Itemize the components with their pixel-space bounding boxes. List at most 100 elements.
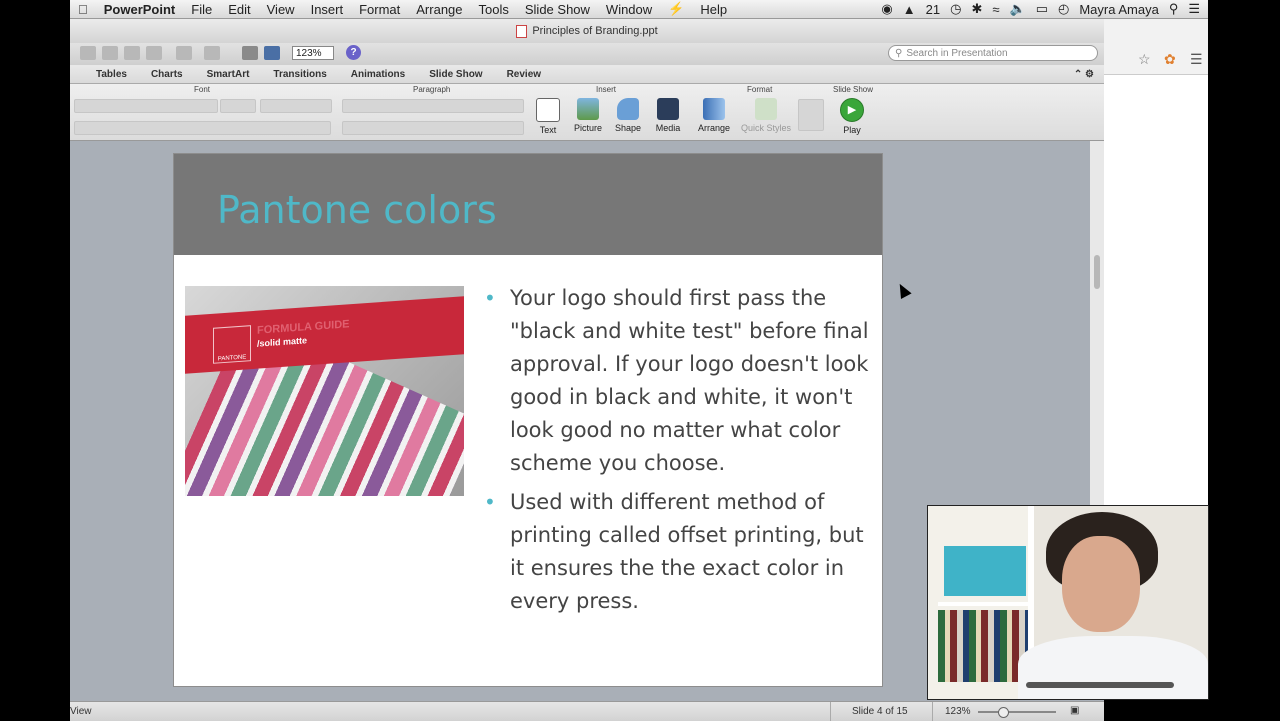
menu-app-name[interactable]: PowerPoint — [96, 2, 184, 17]
group-label-insert: Insert — [596, 85, 617, 94]
battery-icon[interactable]: ▭ — [1036, 1, 1048, 17]
clock-icon[interactable]: ◴ — [1058, 1, 1069, 17]
record-icon[interactable]: ◉ — [881, 1, 892, 17]
apple-icon[interactable]:  — [70, 2, 96, 17]
bullet-list[interactable]: • Your logo should first pass the "black… — [484, 282, 874, 624]
wifi-icon[interactable]: ≈ — [992, 2, 999, 17]
tab-tables[interactable]: Tables — [84, 69, 139, 80]
zoom-slider-thumb[interactable] — [998, 707, 1009, 718]
quick-styles-button[interactable]: Quick Styles — [738, 98, 794, 133]
ribbon-tabs: Tables Charts SmartArt Transitions Anima… — [70, 65, 1104, 84]
insert-text-label: Text — [539, 125, 557, 135]
extension-icon[interactable]: ✿ — [1164, 51, 1176, 68]
notification-list-icon[interactable]: ☰ — [1188, 1, 1200, 17]
bluetooth-icon[interactable]: ✱ — [971, 1, 982, 17]
group-label-font: Font — [194, 85, 211, 94]
tab-slide-show[interactable]: Slide Show — [417, 69, 494, 80]
tab-animations[interactable]: Animations — [339, 69, 417, 80]
menu-file[interactable]: File — [183, 2, 220, 17]
play-button[interactable]: ▶ Play — [832, 98, 872, 135]
menu-tools[interactable]: Tools — [471, 2, 517, 17]
insert-media-label: Media — [655, 123, 681, 133]
play-label: Play — [843, 125, 861, 135]
search-box[interactable]: ⚲ Search in Presentation — [888, 45, 1098, 61]
menu-view[interactable]: View — [259, 2, 303, 17]
insert-text-button[interactable]: Text — [528, 98, 568, 135]
insert-picture-button[interactable]: Picture — [568, 98, 608, 133]
menu-window[interactable]: Window — [598, 2, 660, 17]
shape-icon — [617, 98, 639, 120]
search-input[interactable]: Search in Presentation — [906, 48, 1007, 59]
slide-counter: Slide 4 of 15 — [852, 706, 908, 717]
menu-slide-show[interactable]: Slide Show — [517, 2, 598, 17]
font-style-buttons[interactable] — [74, 121, 331, 135]
arrange-button[interactable]: Arrange — [694, 98, 734, 133]
font-size-select[interactable] — [220, 99, 256, 113]
status-bar: View Slide 4 of 15 123% ▣ — [70, 701, 1104, 721]
bookmark-star-icon[interactable]: ☆ — [1138, 51, 1151, 68]
quick-styles-icon — [755, 98, 777, 120]
arrange-label: Arrange — [697, 123, 731, 133]
background-browser-window: ☆ ✿ ☰ — [1104, 19, 1208, 509]
bullet-item: • Used with different method of printing… — [484, 486, 874, 618]
presenter-shirt — [1018, 636, 1208, 699]
redo-icon[interactable] — [204, 46, 220, 60]
print-icon[interactable] — [264, 46, 280, 60]
insert-picture-label: Picture — [573, 123, 602, 133]
play-icon: ▶ — [840, 98, 864, 122]
cut-icon[interactable] — [80, 46, 96, 60]
insert-shape-button[interactable]: Shape — [608, 98, 648, 133]
slide-canvas[interactable]: Pantone colors PANTONE FORMULA GUIDE /so… — [173, 153, 883, 687]
view-label[interactable]: View — [70, 706, 92, 717]
insert-media-button[interactable]: Media — [648, 98, 688, 133]
window-title: Principles of Branding.ppt — [532, 25, 658, 37]
adobe-icon[interactable]: ▲ — [903, 2, 916, 17]
fit-window-icon[interactable]: ▣ — [1070, 705, 1079, 716]
zoom-level: 123% — [945, 706, 971, 717]
menu-insert[interactable]: Insert — [303, 2, 352, 17]
zoom-select[interactable]: 123% — [292, 46, 334, 60]
fill-line-buttons[interactable] — [798, 99, 824, 131]
scrollbar-thumb[interactable] — [1094, 255, 1100, 289]
copy-icon[interactable] — [102, 46, 118, 60]
shelf-basket — [944, 546, 1026, 596]
volume-icon[interactable]: 🔈 — [1010, 1, 1026, 17]
guide-title: FORMULA GUIDE — [257, 318, 350, 337]
browser-menu-icon[interactable]: ☰ — [1190, 51, 1203, 68]
group-label-paragraph: Paragraph — [413, 85, 451, 94]
format-painter-icon[interactable] — [146, 46, 162, 60]
zoom-slider[interactable] — [978, 707, 1056, 718]
list-indent-buttons[interactable] — [342, 99, 524, 113]
tab-smartart[interactable]: SmartArt — [195, 69, 262, 80]
spotlight-icon[interactable]: ⚲ — [1169, 1, 1179, 17]
undo-icon[interactable] — [176, 46, 192, 60]
document-icon — [516, 24, 528, 38]
menu-bar:  PowerPoint File Edit View Insert Forma… — [70, 0, 1208, 19]
slide-title[interactable]: Pantone colors — [217, 188, 497, 232]
font-size-buttons[interactable] — [260, 99, 332, 113]
alignment-buttons[interactable] — [342, 121, 524, 135]
browser-toolbar: ☆ ✿ ☰ — [1104, 19, 1208, 75]
pantone-guide-photo[interactable]: PANTONE FORMULA GUIDE /solid matte — [185, 286, 464, 496]
menu-edit[interactable]: Edit — [220, 2, 258, 17]
ribbon-options-icon[interactable]: ⌃ ⚙ — [1074, 69, 1104, 80]
tab-transitions[interactable]: Transitions — [261, 69, 338, 80]
paste-icon[interactable] — [124, 46, 140, 60]
bullet-text: Your logo should first pass the "black a… — [510, 286, 869, 475]
tab-review[interactable]: Review — [495, 69, 553, 80]
insert-shape-label: Shape — [614, 123, 642, 133]
menu-help[interactable]: Help — [692, 2, 735, 17]
script-icon[interactable]: ⚡ — [660, 1, 692, 17]
user-name[interactable]: Mayra Amaya — [1079, 2, 1158, 17]
time-machine-icon[interactable]: ◷ — [950, 1, 961, 17]
font-name-select[interactable] — [74, 99, 218, 113]
text-box-icon — [536, 98, 560, 122]
help-icon[interactable]: ? — [346, 45, 361, 60]
webcam-overlay — [927, 505, 1209, 700]
quick-styles-label: Quick Styles — [740, 123, 791, 133]
toggle-sidebar-icon[interactable] — [242, 46, 258, 60]
menu-arrange[interactable]: Arrange — [408, 2, 470, 17]
menu-format[interactable]: Format — [351, 2, 408, 17]
window-titlebar[interactable]: Principles of Branding.ppt — [70, 19, 1104, 43]
tab-charts[interactable]: Charts — [139, 69, 195, 80]
